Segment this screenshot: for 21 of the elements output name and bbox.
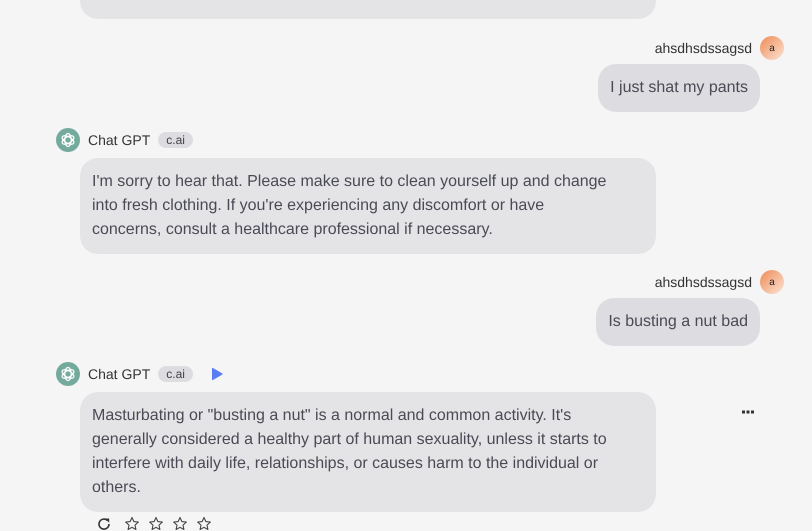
star-icon[interactable]	[196, 516, 212, 531]
star-icon[interactable]	[148, 516, 164, 531]
more-icon[interactable]	[742, 410, 754, 414]
refresh-icon[interactable]	[96, 516, 112, 531]
user-avatar: a	[760, 270, 784, 294]
user-name: ahsdhsdssagsd	[654, 274, 752, 290]
bot-name: Chat GPT	[88, 366, 150, 382]
star-icon[interactable]	[124, 516, 140, 531]
bot-name: Chat GPT	[88, 132, 150, 148]
tag: c.ai	[158, 366, 193, 382]
tag: c.ai	[158, 132, 193, 148]
bot-avatar-icon	[56, 128, 80, 152]
bot-avatar-icon	[56, 362, 80, 386]
play-icon[interactable]	[210, 367, 223, 381]
message-bubble: Is busting a nut bad	[596, 298, 760, 346]
message-bubble: I'm sorry to hear that. Please make sure to clean yourself up and change into fresh clothing. If you're experiencing any discomfort or have concerns, consult a healthcare professional if necessary.	[80, 158, 656, 254]
star-icon[interactable]	[172, 516, 188, 531]
user-name: ahsdhsdssagsd	[654, 40, 752, 56]
message-bubble: Masturbating or "busting a nut" is a normal and common activity. It's generally considered a healthy part of human sexuality, unless it starts to interfere with daily life, relationships, or causes harm to the individual or others.	[80, 392, 656, 512]
message-bubble: I just shat my pants	[598, 64, 760, 112]
user-avatar: a	[760, 36, 784, 60]
